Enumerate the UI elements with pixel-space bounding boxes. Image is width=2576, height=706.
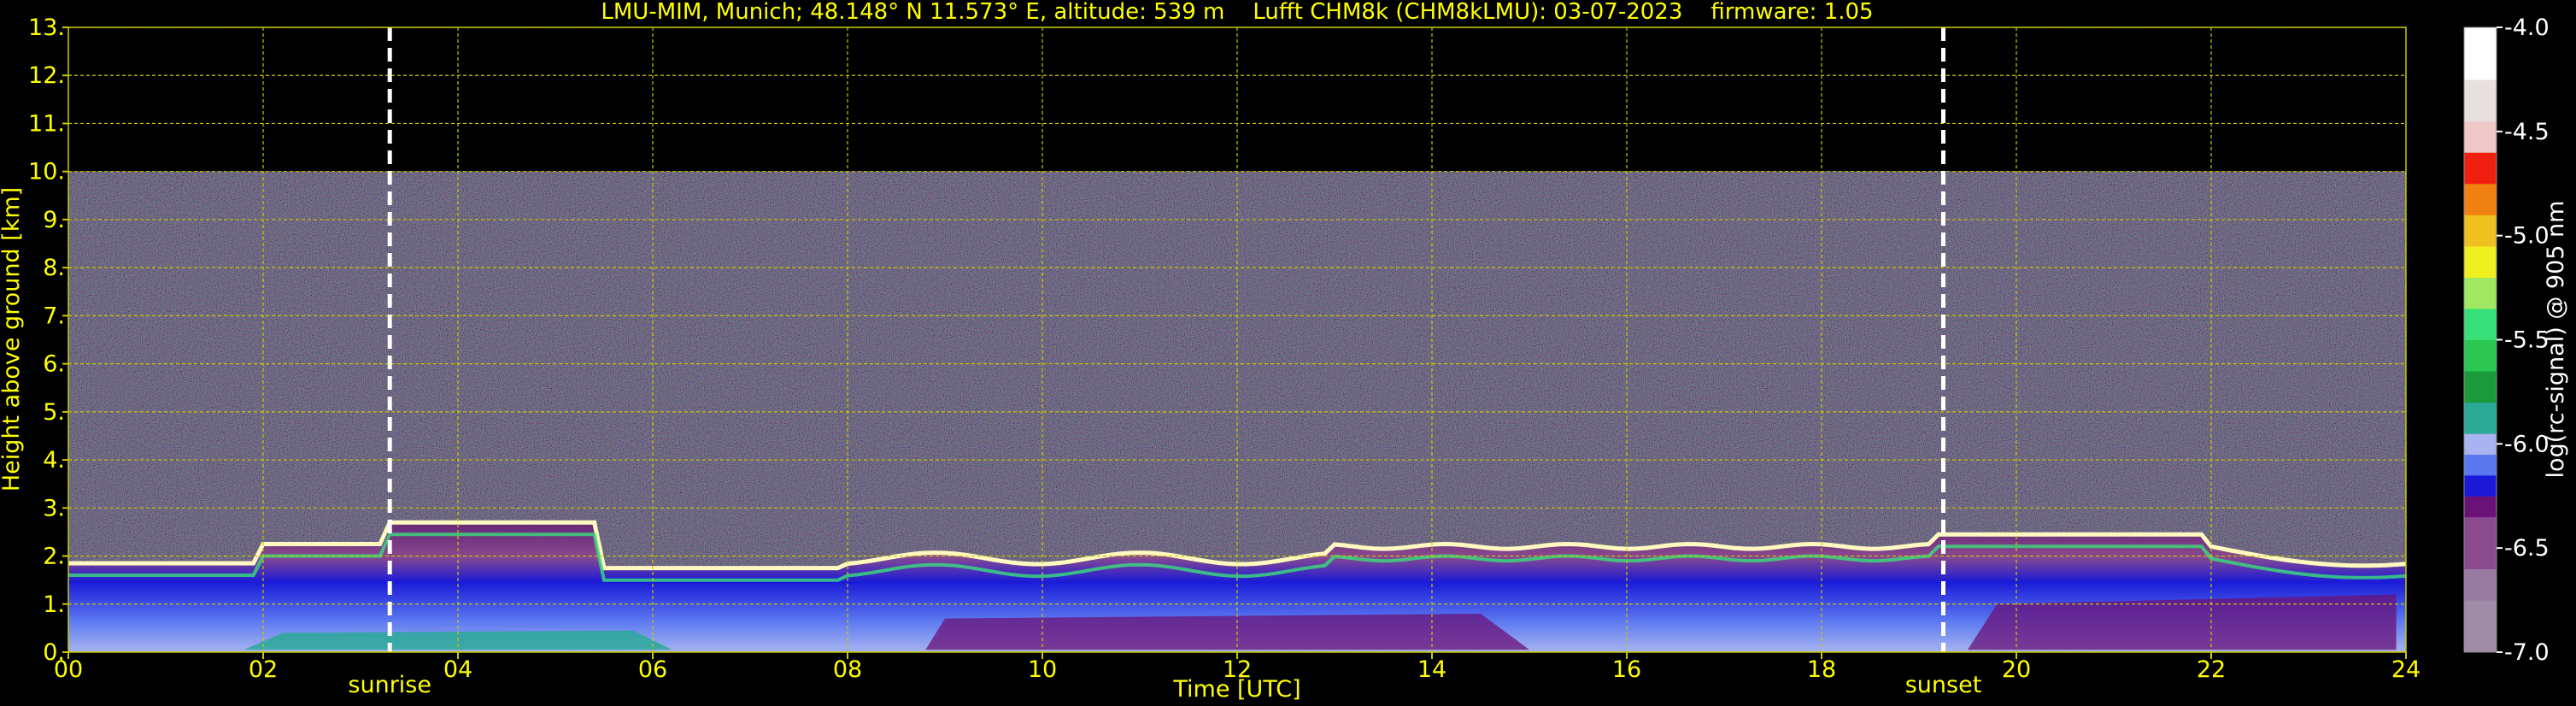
colorbar (2464, 27, 2497, 653)
colorbar-segment (2464, 79, 2497, 122)
event-labels: sunrise sunset (348, 672, 1981, 698)
x-tick-label: 16 (1612, 656, 1641, 683)
colorbar-tick-label: -7.0 (2504, 639, 2550, 666)
colorbar-segment (2464, 183, 2497, 215)
colorbar-segment (2464, 600, 2497, 653)
x-axis-label: Time [UTC] (1172, 676, 1300, 703)
event-label-sunrise: sunrise (348, 672, 431, 698)
y-tick-label: 9. (43, 207, 65, 233)
colorbar-segment (2464, 277, 2497, 309)
y-tick-label: 5. (43, 399, 65, 426)
y-tick-label: 4. (43, 447, 65, 474)
event-label-sunset: sunset (1905, 672, 1982, 698)
colorbar-segment (2464, 152, 2497, 185)
colorbar-segment (2464, 245, 2497, 278)
x-tick-label: 18 (1807, 656, 1836, 683)
y-tick-label: 6. (43, 351, 65, 378)
colorbar-segment (2464, 474, 2497, 497)
ceilometer-chart: LMU-MIM, Munich; 48.148° N 11.573° E, al… (0, 0, 2569, 703)
y-tick-label: 2. (43, 544, 65, 570)
colorbar-segment (2464, 454, 2497, 476)
colorbar-tick-label: -4.5 (2504, 119, 2550, 145)
x-tick-label: 02 (249, 656, 278, 683)
colorbar-segment (2464, 121, 2497, 153)
colorbar-segment (2464, 308, 2497, 340)
colorbar-tick-label: -4.0 (2504, 15, 2550, 41)
colorbar-segment (2464, 496, 2497, 518)
colorbar-segment (2464, 402, 2497, 434)
y-tick-label: 1. (43, 591, 65, 618)
x-tick-label: 10 (1028, 656, 1057, 683)
colorbar-segment (2464, 371, 2497, 403)
x-tick-label: 20 (2002, 656, 2031, 683)
y-tick-label: 8. (43, 255, 65, 281)
y-axis-ticks: 0. 1. 2. 3. 4. 5. 6. 7. 8. 9. 10. 11. 12. 13. (28, 15, 68, 666)
y-tick-label: 7. (43, 303, 65, 329)
y-tick-label: 12. (28, 62, 65, 89)
y-tick-label: 3. (43, 495, 65, 521)
plot-area (68, 27, 2406, 652)
colorbar-tick-label: -6.5 (2504, 535, 2550, 562)
x-tick-label: 14 (1417, 656, 1446, 683)
colorbar-label: log(rc-signal) @ 905 nm (2543, 201, 2569, 479)
colorbar-ticks: -4.0-4.5-5.0-5.5-6.0-6.5-7.0 (2497, 15, 2550, 666)
colorbar-segment (2464, 215, 2497, 247)
chart-title: LMU-MIM, Munich; 48.148° N 11.573° E, al… (601, 0, 1873, 25)
colorbar-segment (2464, 27, 2497, 80)
colorbar-segment (2464, 339, 2497, 372)
y-tick-label: 0. (43, 639, 65, 666)
x-tick-label: 24 (2391, 656, 2421, 683)
x-tick-label: 04 (443, 656, 472, 683)
x-tick-label: 22 (2197, 656, 2226, 683)
y-axis-label: Height above ground [km] (0, 187, 25, 491)
colorbar-segment (2464, 433, 2497, 456)
y-tick-label: 11. (28, 110, 65, 137)
y-tick-label: 13. (28, 15, 65, 41)
colorbar-segment (2464, 568, 2497, 601)
y-tick-label: 10. (28, 159, 65, 185)
colorbar-segment (2464, 516, 2497, 570)
x-tick-label: 08 (833, 656, 862, 683)
x-tick-label: 06 (638, 656, 667, 683)
